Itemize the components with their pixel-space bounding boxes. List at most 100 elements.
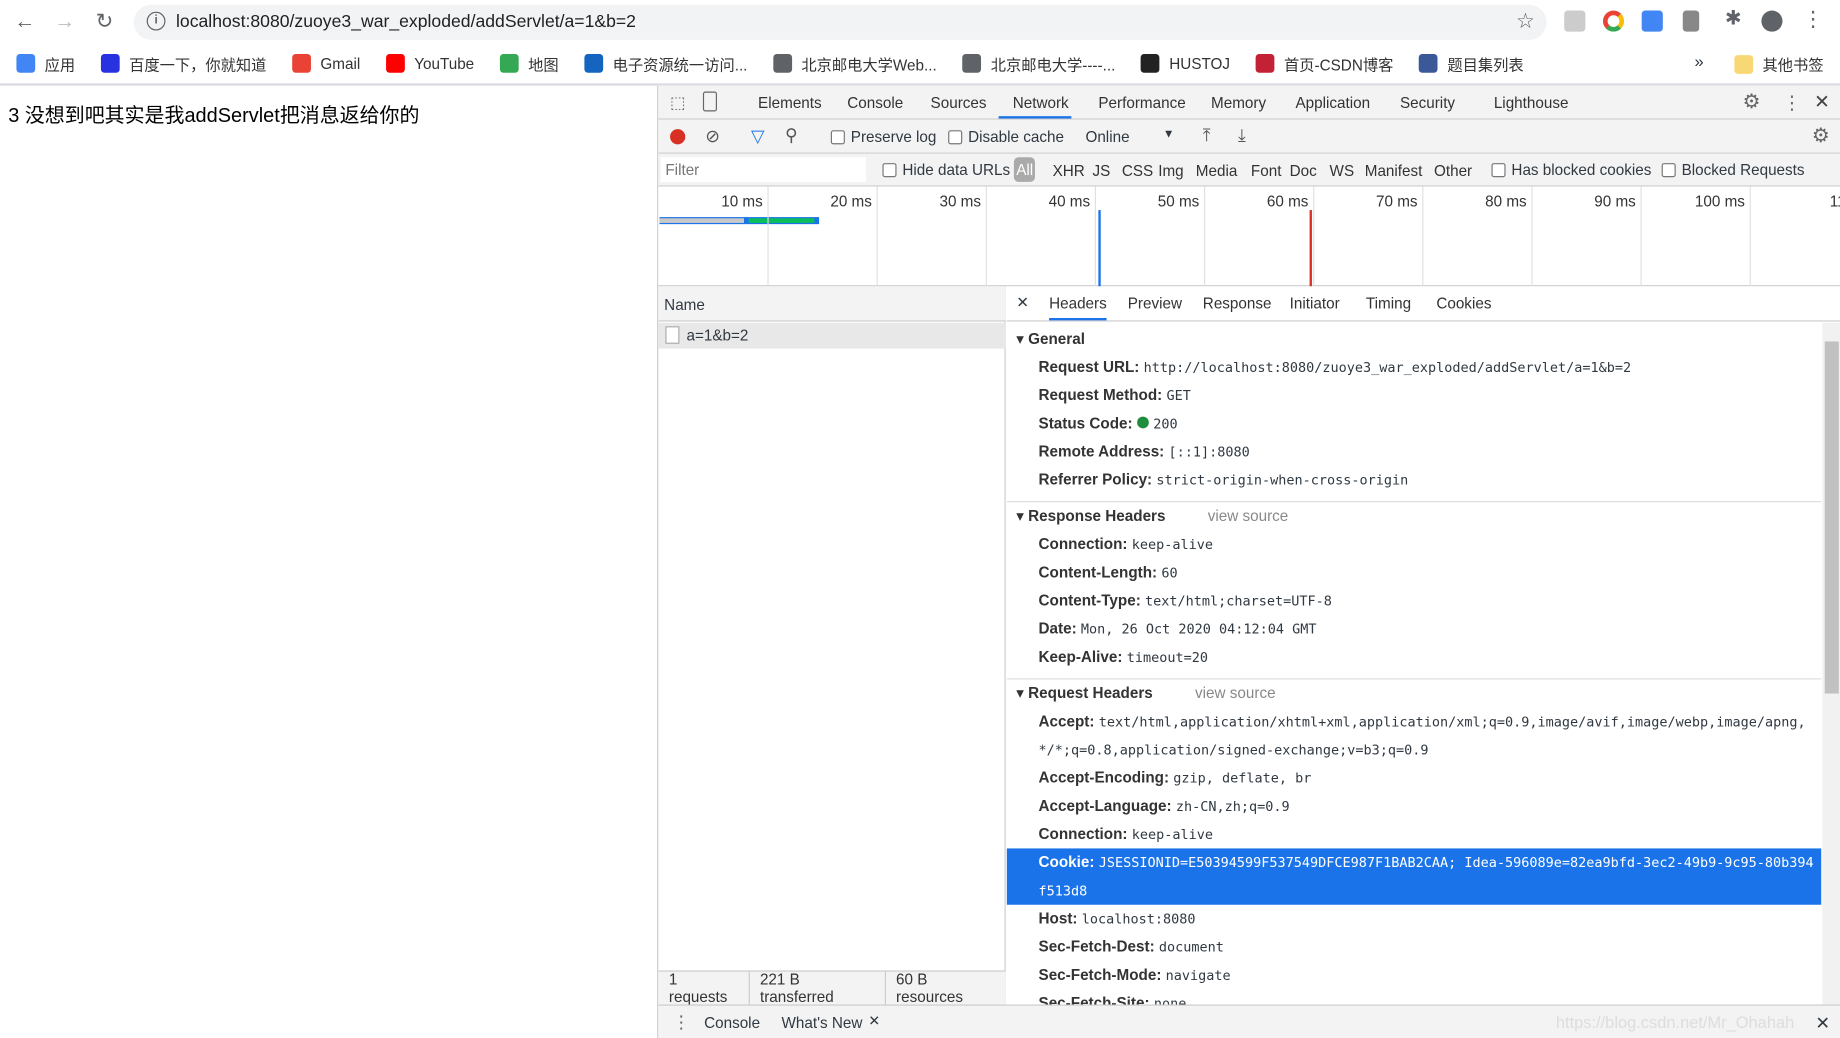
bookmark-item[interactable]: 题目集列表 bbox=[1419, 52, 1524, 74]
devtools-tab-network[interactable]: Network bbox=[1013, 94, 1069, 112]
close-tab-icon[interactable]: ✕ bbox=[868, 1013, 880, 1029]
devtools-tab-console[interactable]: Console bbox=[847, 94, 903, 112]
url-text[interactable]: localhost:8080/zuoye3_war_exploded/addSe… bbox=[176, 12, 636, 32]
forward-button[interactable]: → bbox=[52, 9, 78, 34]
header-row[interactable]: Connection: keep-alive bbox=[1007, 530, 1821, 558]
header-row[interactable]: Host: localhost:8080 bbox=[1007, 905, 1821, 933]
header-row[interactable]: Accept: text/html,application/xhtml+xml,… bbox=[1007, 708, 1821, 764]
detail-tab-preview[interactable]: Preview bbox=[1128, 295, 1182, 313]
filter-type-css[interactable]: CSS bbox=[1122, 162, 1153, 180]
filter-input[interactable] bbox=[660, 157, 867, 182]
devtools-tab-security[interactable]: Security bbox=[1400, 94, 1455, 112]
bookmark-item[interactable]: Gmail bbox=[292, 53, 360, 73]
drawer-tab-whats-new[interactable]: What's New bbox=[782, 1014, 863, 1032]
close-drawer-icon[interactable]: ✕ bbox=[1815, 1013, 1830, 1034]
devtools-tab-application[interactable]: Application bbox=[1296, 94, 1371, 112]
devtools-tab-lighthouse[interactable]: Lighthouse bbox=[1494, 94, 1569, 112]
extension-icon[interactable] bbox=[1682, 10, 1700, 32]
preserve-log-checkbox[interactable]: Preserve log bbox=[830, 128, 936, 146]
extension-icon[interactable] bbox=[1564, 10, 1586, 32]
bookmark-item[interactable]: 电子资源统一访问... bbox=[584, 52, 747, 74]
filter-type-doc[interactable]: Doc bbox=[1290, 162, 1317, 180]
bookmark-item[interactable]: 首页-CSDN博客 bbox=[1255, 52, 1393, 74]
section-header[interactable]: ▾ Request Headers view source bbox=[1007, 679, 1821, 707]
search-icon[interactable]: ⚲ bbox=[785, 124, 798, 146]
address-bar[interactable]: i localhost:8080/zuoye3_war_exploded/add… bbox=[133, 4, 1547, 40]
filter-icon[interactable]: ▽ bbox=[751, 126, 765, 147]
header-row[interactable]: Date: Mon, 26 Oct 2020 04:12:04 GMT bbox=[1007, 615, 1821, 643]
detail-tab-initiator[interactable]: Initiator bbox=[1290, 295, 1340, 313]
devtools-tab-sources[interactable]: Sources bbox=[931, 94, 987, 112]
section-header[interactable]: ▾ Response Headers view source bbox=[1007, 502, 1821, 530]
back-button[interactable]: ← bbox=[12, 9, 38, 34]
header-row[interactable]: Sec-Fetch-Mode: navigate bbox=[1007, 961, 1821, 989]
device-toolbar-icon[interactable] bbox=[702, 91, 717, 112]
header-row[interactable]: Content-Type: text/html;charset=UTF-8 bbox=[1007, 587, 1821, 615]
record-icon[interactable] bbox=[670, 129, 686, 145]
view-source-link[interactable]: view source bbox=[1195, 684, 1276, 702]
network-overview-timeline[interactable]: 10 ms 20 ms 30 ms 40 ms 50 ms 60 ms 70 ms 80 ms… bbox=[658, 186, 1840, 287]
header-row[interactable]: Content-Length: 60 bbox=[1007, 559, 1821, 587]
has-blocked-cookies-checkbox[interactable]: Has blocked cookies bbox=[1491, 161, 1651, 178]
filter-type-ws[interactable]: WS bbox=[1330, 162, 1355, 180]
more-bookmarks-button[interactable]: » bbox=[1694, 52, 1703, 71]
throttling-select[interactable]: Online ▼ bbox=[1085, 128, 1179, 146]
close-detail-icon[interactable]: ✕ bbox=[1016, 293, 1029, 312]
scrollbar-thumb[interactable] bbox=[1824, 341, 1839, 694]
detail-tab-response[interactable]: Response bbox=[1203, 295, 1272, 313]
header-row[interactable]: Accept-Encoding: gzip, deflate, br bbox=[1007, 764, 1821, 792]
bookmark-star-icon[interactable]: ☆ bbox=[1516, 9, 1535, 34]
header-row[interactable]: Cookie: JSESSIONID=E50394599F537549DFCE9… bbox=[1006, 848, 1822, 905]
filter-type-other[interactable]: Other bbox=[1434, 162, 1472, 180]
puzzle-icon[interactable]: ✱ bbox=[1720, 7, 1746, 30]
filter-type-js[interactable]: JS bbox=[1093, 162, 1111, 180]
blocked-requests-checkbox[interactable]: Blocked Requests bbox=[1661, 161, 1805, 178]
view-source-link[interactable]: view source bbox=[1208, 507, 1289, 525]
import-har-icon[interactable]: ⤒ bbox=[1203, 126, 1211, 146]
profile-avatar-icon[interactable] bbox=[1761, 10, 1783, 32]
header-row[interactable]: Connection: keep-alive bbox=[1007, 820, 1821, 848]
bookmark-item[interactable]: 北京邮电大学Web... bbox=[773, 52, 937, 74]
info-icon[interactable]: i bbox=[146, 11, 166, 31]
more-options-icon[interactable]: ⋮ bbox=[1783, 92, 1802, 115]
devtools-tab-elements[interactable]: Elements bbox=[758, 94, 822, 112]
drawer-tab-console[interactable]: Console bbox=[704, 1014, 760, 1032]
bookmark-item[interactable]: 地图 bbox=[499, 52, 559, 74]
name-column-header[interactable]: Name bbox=[658, 286, 1006, 322]
header-row[interactable]: Remote Address: [::1]:8080 bbox=[1007, 438, 1821, 466]
close-devtools-icon[interactable]: ✕ bbox=[1814, 90, 1830, 113]
menu-icon[interactable]: ⋮ bbox=[1800, 7, 1826, 32]
network-settings-icon[interactable]: ⚙ bbox=[1812, 124, 1830, 147]
filter-type-media[interactable]: Media bbox=[1196, 162, 1238, 180]
bookmark-item[interactable]: 北京邮电大学----... bbox=[962, 52, 1115, 74]
section-header[interactable]: ▾ General bbox=[1007, 325, 1821, 353]
reload-button[interactable]: ↻ bbox=[92, 9, 118, 34]
bookmark-item[interactable]: YouTube bbox=[386, 53, 474, 73]
bookmark-item[interactable]: 百度一下，你就知道 bbox=[100, 52, 266, 74]
header-row[interactable]: Request Method: GET bbox=[1007, 381, 1821, 409]
header-row[interactable]: Status Code: 200 bbox=[1007, 410, 1821, 438]
inspect-element-icon[interactable]: ⬚ bbox=[670, 93, 686, 113]
settings-gear-icon[interactable]: ⚙ bbox=[1743, 90, 1761, 113]
filter-type-manifest[interactable]: Manifest bbox=[1365, 162, 1423, 180]
filter-type-font[interactable]: Font bbox=[1251, 162, 1282, 180]
detail-tab-headers[interactable]: Headers bbox=[1049, 295, 1107, 321]
header-row[interactable]: Referrer Policy: strict-origin-when-cros… bbox=[1007, 466, 1821, 494]
filter-type-img[interactable]: Img bbox=[1158, 162, 1183, 180]
hide-data-urls-checkbox[interactable]: Hide data URLs bbox=[882, 161, 1010, 178]
scrollbar[interactable] bbox=[1822, 322, 1840, 1005]
filter-type-all[interactable]: All bbox=[1013, 157, 1036, 182]
disable-cache-checkbox[interactable]: Disable cache bbox=[948, 128, 1064, 146]
header-row[interactable]: Accept-Language: zh-CN,zh;q=0.9 bbox=[1007, 792, 1821, 820]
filter-type-xhr[interactable]: XHR bbox=[1053, 162, 1085, 180]
drawer-menu-icon[interactable]: ⋮ bbox=[672, 1012, 690, 1033]
bookmark-item[interactable]: 应用 bbox=[16, 52, 75, 74]
header-row[interactable]: Sec-Fetch-Dest: document bbox=[1007, 933, 1821, 961]
request-row[interactable]: a=1&b=2 bbox=[658, 322, 1006, 349]
devtools-tab-performance[interactable]: Performance bbox=[1098, 94, 1185, 112]
header-row[interactable]: Keep-Alive: timeout=20 bbox=[1007, 643, 1821, 671]
translate-icon[interactable] bbox=[1641, 10, 1663, 32]
detail-tab-timing[interactable]: Timing bbox=[1366, 295, 1411, 313]
header-row[interactable]: Request URL: http://localhost:8080/zuoye… bbox=[1007, 353, 1821, 381]
bookmark-item[interactable]: HUSTOJ bbox=[1141, 53, 1230, 73]
